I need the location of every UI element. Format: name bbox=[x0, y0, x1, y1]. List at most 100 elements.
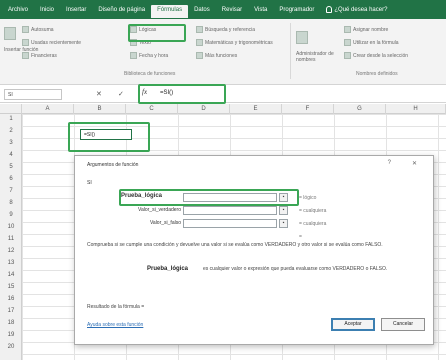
use-in-formula-button[interactable]: Utilizar en la fórmula bbox=[344, 39, 399, 46]
tab-review[interactable]: Revisar bbox=[216, 4, 248, 16]
tab-home[interactable]: Inicio bbox=[34, 4, 60, 16]
row-headers: 1 2 3 4 5 6 7 8 9 10 11 12 13 14 15 16 1… bbox=[0, 114, 22, 360]
row-header[interactable]: 6 bbox=[0, 176, 22, 182]
book-icon bbox=[196, 52, 203, 59]
column-header[interactable]: D bbox=[178, 104, 230, 114]
column-header[interactable]: A bbox=[22, 104, 74, 114]
autosum-button[interactable]: Autosuma bbox=[22, 26, 54, 33]
row-header[interactable]: 5 bbox=[0, 164, 22, 170]
more-functions-button[interactable]: Más funciones bbox=[196, 52, 237, 59]
formula-icon bbox=[344, 39, 351, 46]
group-label-names: Nombres definidos bbox=[356, 71, 398, 77]
create-from-selection-button[interactable]: Crear desde la selección bbox=[344, 52, 408, 59]
arg-result-value-if-true: = cualquiera bbox=[299, 208, 327, 214]
math-button[interactable]: Matemáticas y trigonométricas bbox=[196, 39, 273, 46]
row-header[interactable]: 16 bbox=[0, 296, 22, 302]
row-header[interactable]: 11 bbox=[0, 236, 22, 242]
recent-button[interactable]: Usadas recientemente bbox=[22, 39, 81, 46]
row-header[interactable]: 1 bbox=[0, 116, 22, 122]
row-header[interactable]: 9 bbox=[0, 212, 22, 218]
row-header[interactable]: 10 bbox=[0, 224, 22, 230]
function-description: Comprueba si se cumple una condición y d… bbox=[87, 242, 383, 248]
arg-result-value-if-false: = cualquiera bbox=[299, 221, 327, 227]
function-arguments-dialog: Argumentos de función ? ✕ SI Prueba_lógi… bbox=[74, 155, 434, 345]
ribbon-tab-bar: Archivo Inicio Insertar Diseño de página… bbox=[0, 0, 446, 19]
tab-file[interactable]: Archivo bbox=[2, 4, 34, 16]
book-icon bbox=[196, 39, 203, 46]
highlight-formula-bar bbox=[138, 84, 226, 104]
tab-data[interactable]: Datos bbox=[188, 4, 216, 16]
collapse-dialog-button[interactable]: ▪ bbox=[279, 219, 288, 228]
row-header[interactable]: 19 bbox=[0, 332, 22, 338]
define-name-button[interactable]: Asignar nombre bbox=[344, 26, 388, 33]
name-manager-label: Administrador de nombres bbox=[296, 51, 334, 63]
help-icon[interactable]: ? bbox=[388, 160, 391, 166]
group-label-library: Biblioteca de funciones bbox=[124, 71, 176, 77]
name-manager-button[interactable] bbox=[296, 31, 308, 44]
row-header[interactable]: 8 bbox=[0, 200, 22, 206]
cancel-button[interactable]: Cancelar bbox=[381, 318, 425, 331]
row-header[interactable]: 18 bbox=[0, 320, 22, 326]
row-header[interactable]: 13 bbox=[0, 260, 22, 266]
param-name: Prueba_lógica bbox=[147, 266, 189, 272]
autosum-label: Autosuma bbox=[31, 26, 54, 33]
lookup-button[interactable]: Búsqueda y referencia bbox=[196, 26, 255, 33]
row-header[interactable]: 14 bbox=[0, 272, 22, 278]
select-all-corner[interactable] bbox=[0, 104, 22, 114]
financial-button[interactable]: Financieras bbox=[22, 52, 57, 59]
collapse-dialog-button[interactable]: ▪ bbox=[279, 206, 288, 215]
arg-result-logical-test: = lógico bbox=[299, 195, 317, 201]
ribbon-formulas: Insertar función Autosuma Usadas recient… bbox=[0, 19, 446, 85]
value-if-true-input[interactable] bbox=[183, 206, 277, 215]
highlight-logical-test bbox=[119, 189, 299, 206]
column-header[interactable]: C bbox=[126, 104, 178, 114]
lookup-label: Búsqueda y referencia bbox=[205, 26, 256, 33]
highlight-active-cell bbox=[68, 122, 150, 152]
row-header[interactable]: 4 bbox=[0, 152, 22, 158]
help-link[interactable]: Ayuda sobre esta función bbox=[87, 322, 143, 328]
name-box[interactable]: SI bbox=[4, 89, 62, 100]
create-from-selection-label: Crear desde la selección bbox=[353, 52, 409, 59]
date-time-button[interactable]: Fecha y hora bbox=[130, 52, 168, 59]
row-header[interactable]: 3 bbox=[0, 140, 22, 146]
column-header[interactable]: B bbox=[74, 104, 126, 114]
tab-view[interactable]: Vista bbox=[248, 4, 273, 16]
star-icon bbox=[22, 39, 29, 46]
row-header[interactable]: 17 bbox=[0, 308, 22, 314]
row-header[interactable]: 20 bbox=[0, 344, 22, 350]
tab-formulas[interactable]: Fórmulas bbox=[151, 5, 189, 18]
ok-button[interactable]: Aceptar bbox=[331, 318, 375, 331]
enter-icon[interactable]: ✓ bbox=[118, 90, 124, 98]
grid-icon bbox=[344, 52, 351, 59]
book-icon bbox=[196, 26, 203, 33]
column-header[interactable]: F bbox=[282, 104, 334, 114]
tab-developer[interactable]: Programador bbox=[273, 4, 320, 16]
close-icon[interactable]: ✕ bbox=[412, 160, 417, 167]
tab-page-layout[interactable]: Diseño de página bbox=[92, 4, 151, 16]
lightbulb-icon bbox=[326, 6, 333, 13]
function-icon bbox=[4, 27, 16, 40]
column-header[interactable]: G bbox=[334, 104, 386, 114]
row-header[interactable]: 12 bbox=[0, 248, 22, 254]
arg-label-value-if-false: Valor_si_falso bbox=[149, 220, 181, 226]
tab-insert[interactable]: Insertar bbox=[60, 4, 92, 16]
book-icon bbox=[130, 52, 137, 59]
date-time-label: Fecha y hora bbox=[139, 52, 169, 59]
financial-label: Financieras bbox=[31, 52, 57, 59]
highlight-insert-function bbox=[128, 24, 186, 42]
column-header[interactable]: H bbox=[386, 104, 446, 114]
insert-function-button[interactable] bbox=[4, 27, 16, 40]
define-name-label: Asignar nombre bbox=[353, 26, 389, 33]
row-header[interactable]: 2 bbox=[0, 128, 22, 134]
value-if-false-input[interactable] bbox=[183, 219, 277, 228]
column-header[interactable]: E bbox=[230, 104, 282, 114]
tell-me-label: ¿Qué desea hacer? bbox=[334, 6, 388, 13]
param-description: es cualquier valor o expresión que pueda… bbox=[203, 266, 388, 272]
cancel-icon[interactable]: ✕ bbox=[96, 90, 102, 98]
dialog-title: Argumentos de función bbox=[87, 162, 139, 168]
ribbon-separator bbox=[290, 23, 291, 79]
row-header[interactable]: 15 bbox=[0, 284, 22, 290]
tell-me-search[interactable]: ¿Qué desea hacer? bbox=[320, 3, 393, 16]
row-header[interactable]: 7 bbox=[0, 188, 22, 194]
tag-icon bbox=[344, 26, 351, 33]
